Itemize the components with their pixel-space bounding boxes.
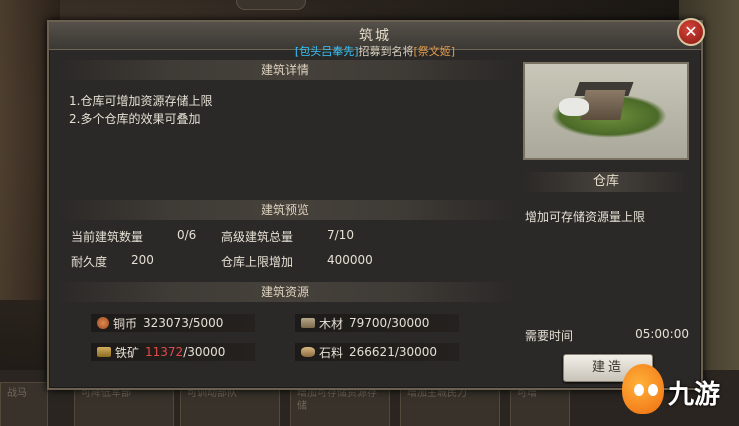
notice-general-name: [祭文姬]	[413, 45, 456, 58]
detail-line-1: 1.仓库可增加资源存储上限	[69, 94, 213, 108]
durability-value: 200	[131, 253, 154, 267]
jiuyou-logo-icon	[622, 364, 664, 414]
watermark-text: 九游	[668, 380, 721, 410]
copper-row: 铜币 323073/5000	[91, 314, 255, 332]
building-description: 增加可存储资源量上限	[525, 210, 646, 224]
notice-player-name: [包头吕奉先]	[294, 45, 359, 58]
jiuyou-watermark: 九游	[620, 360, 735, 420]
stone-row: 石料 266621/30000	[295, 343, 459, 361]
iron-anvil-icon	[97, 347, 111, 357]
preview-header: 建筑预览	[57, 200, 513, 220]
storage-bonus-label: 仓库上限增加	[221, 255, 294, 269]
build-time-label: 需要时间	[525, 329, 574, 343]
detail-line-2: 2.多个仓库的效果可叠加	[69, 112, 201, 126]
left-panel: 建筑详情 1.仓库可增加资源存储上限 2.多个仓库的效果可叠加 建筑预览 当前建…	[57, 60, 513, 382]
wood-log-icon	[301, 318, 315, 328]
advanced-total-label: 高级建筑总量	[221, 230, 294, 244]
current-count-value: 0/6	[177, 228, 197, 242]
warehouse-image	[523, 62, 689, 160]
stone-icon	[301, 347, 315, 357]
copper-label: 铜币	[113, 316, 138, 331]
build-dialog: 筑城 [包头吕奉先]招募到名将[祭文姬] ✕ 建筑详情 1.仓库可增加资源存储上…	[47, 18, 705, 390]
storage-bonus-value: 400000	[327, 253, 373, 267]
bottom-card: 战马	[0, 382, 48, 426]
building-name: 仓库	[523, 172, 689, 192]
wood-have: 79700	[349, 316, 388, 330]
iron-have: 11372	[145, 345, 184, 359]
right-panel: 仓库 增加可存储资源量上限 需要时间 05:00:00 建造	[523, 62, 691, 382]
build-time-value: 05:00:00	[635, 327, 689, 341]
details-header: 建筑详情	[57, 60, 513, 80]
iron-need: /30000	[183, 345, 226, 359]
durability-label: 耐久度	[71, 255, 108, 269]
dialog-title: 筑城	[359, 28, 391, 44]
notice-text: 招募到名将	[358, 45, 414, 58]
iron-row: 铁矿 11372/30000	[91, 343, 255, 361]
wood-row: 木材 79700/30000	[295, 314, 459, 332]
advanced-total-value: 7/10	[327, 228, 354, 242]
stone-have: 266621	[349, 345, 395, 359]
stone-need: /30000	[394, 345, 438, 359]
stone-label: 石料	[319, 345, 344, 360]
recruit-notice: [包头吕奉先]招募到名将[祭文姬]	[49, 43, 701, 59]
copper-have: 323073	[143, 316, 189, 330]
current-count-label: 当前建筑数量	[71, 230, 144, 244]
resources-header: 建筑资源	[57, 282, 513, 302]
background-top-pill	[236, 0, 306, 10]
copper-coin-icon	[97, 317, 109, 329]
iron-label: 铁矿	[115, 345, 140, 360]
close-button[interactable]: ✕	[677, 18, 705, 46]
copper-need: /5000	[188, 316, 224, 330]
wood-need: /30000	[387, 316, 430, 330]
wood-label: 木材	[319, 316, 344, 331]
